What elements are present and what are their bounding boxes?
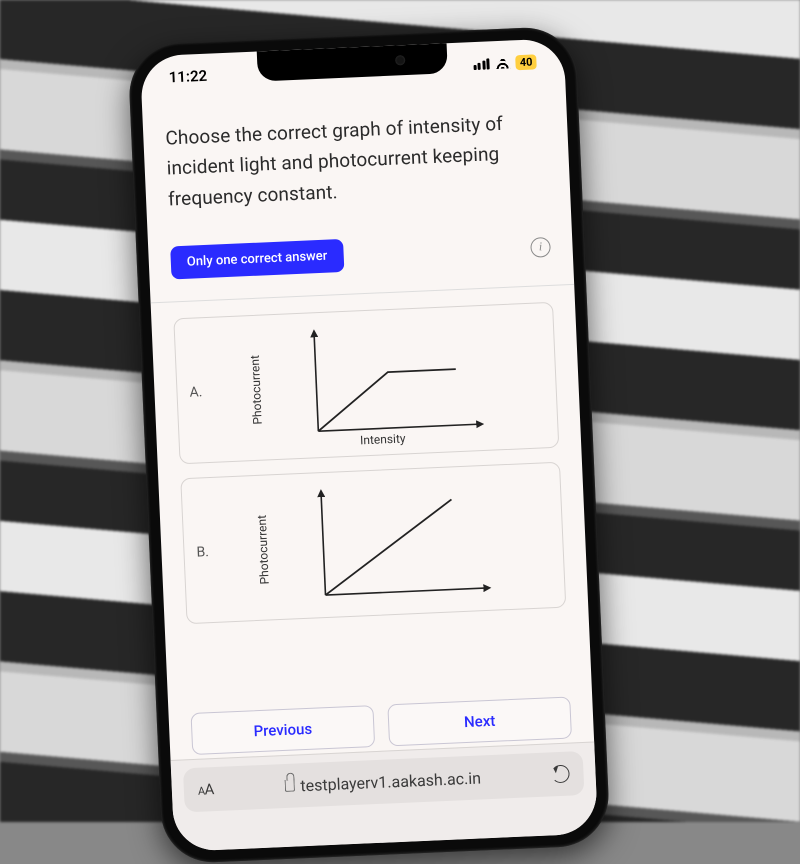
status-time: 11:22: [168, 67, 207, 87]
url-domain: testplayerv1.aakash.ac.in: [284, 768, 481, 796]
previous-button[interactable]: Previous: [191, 705, 376, 755]
question-text: Choose the correct graph of intensity of…: [165, 107, 549, 215]
option-b-letter: B.: [196, 544, 215, 561]
phone-shell: 11:22 40 Choose the correct graph of int…: [127, 26, 610, 864]
status-right: 40: [473, 54, 537, 72]
option-a[interactable]: A. Photocurrent: [173, 302, 559, 464]
battery-badge: 40: [515, 54, 536, 70]
option-a-xlabel: Intensity: [360, 432, 406, 448]
refresh-icon[interactable]: [551, 765, 570, 784]
option-a-letter: A.: [189, 384, 208, 401]
phone-screen: 11:22 40 Choose the correct graph of int…: [140, 38, 598, 852]
cellular-icon: [473, 58, 490, 70]
option-a-chart: Photocurrent Intensity: [215, 318, 546, 452]
option-b[interactable]: B. Photocurrent: [180, 462, 566, 624]
option-b-ylabel: Photocurrent: [255, 515, 272, 585]
next-button[interactable]: Next: [387, 696, 572, 746]
wifi-icon: [495, 56, 512, 69]
option-a-ylabel: Photocurrent: [248, 355, 265, 425]
url-bar[interactable]: AA testplayerv1.aakash.ac.in: [183, 751, 585, 812]
safari-bottom-bar: AA testplayerv1.aakash.ac.in: [171, 741, 599, 851]
answer-mode-pill: Only one correct answer: [170, 239, 344, 279]
option-b-chart: Photocurrent: [222, 477, 553, 611]
content-area: Choose the correct graph of intensity of…: [142, 98, 594, 760]
lock-icon: [284, 780, 295, 792]
info-icon[interactable]: i: [530, 237, 551, 258]
instruction-row: Only one correct answer i: [170, 230, 551, 280]
divider: [151, 284, 575, 303]
text-size-icon[interactable]: AA: [197, 780, 214, 799]
